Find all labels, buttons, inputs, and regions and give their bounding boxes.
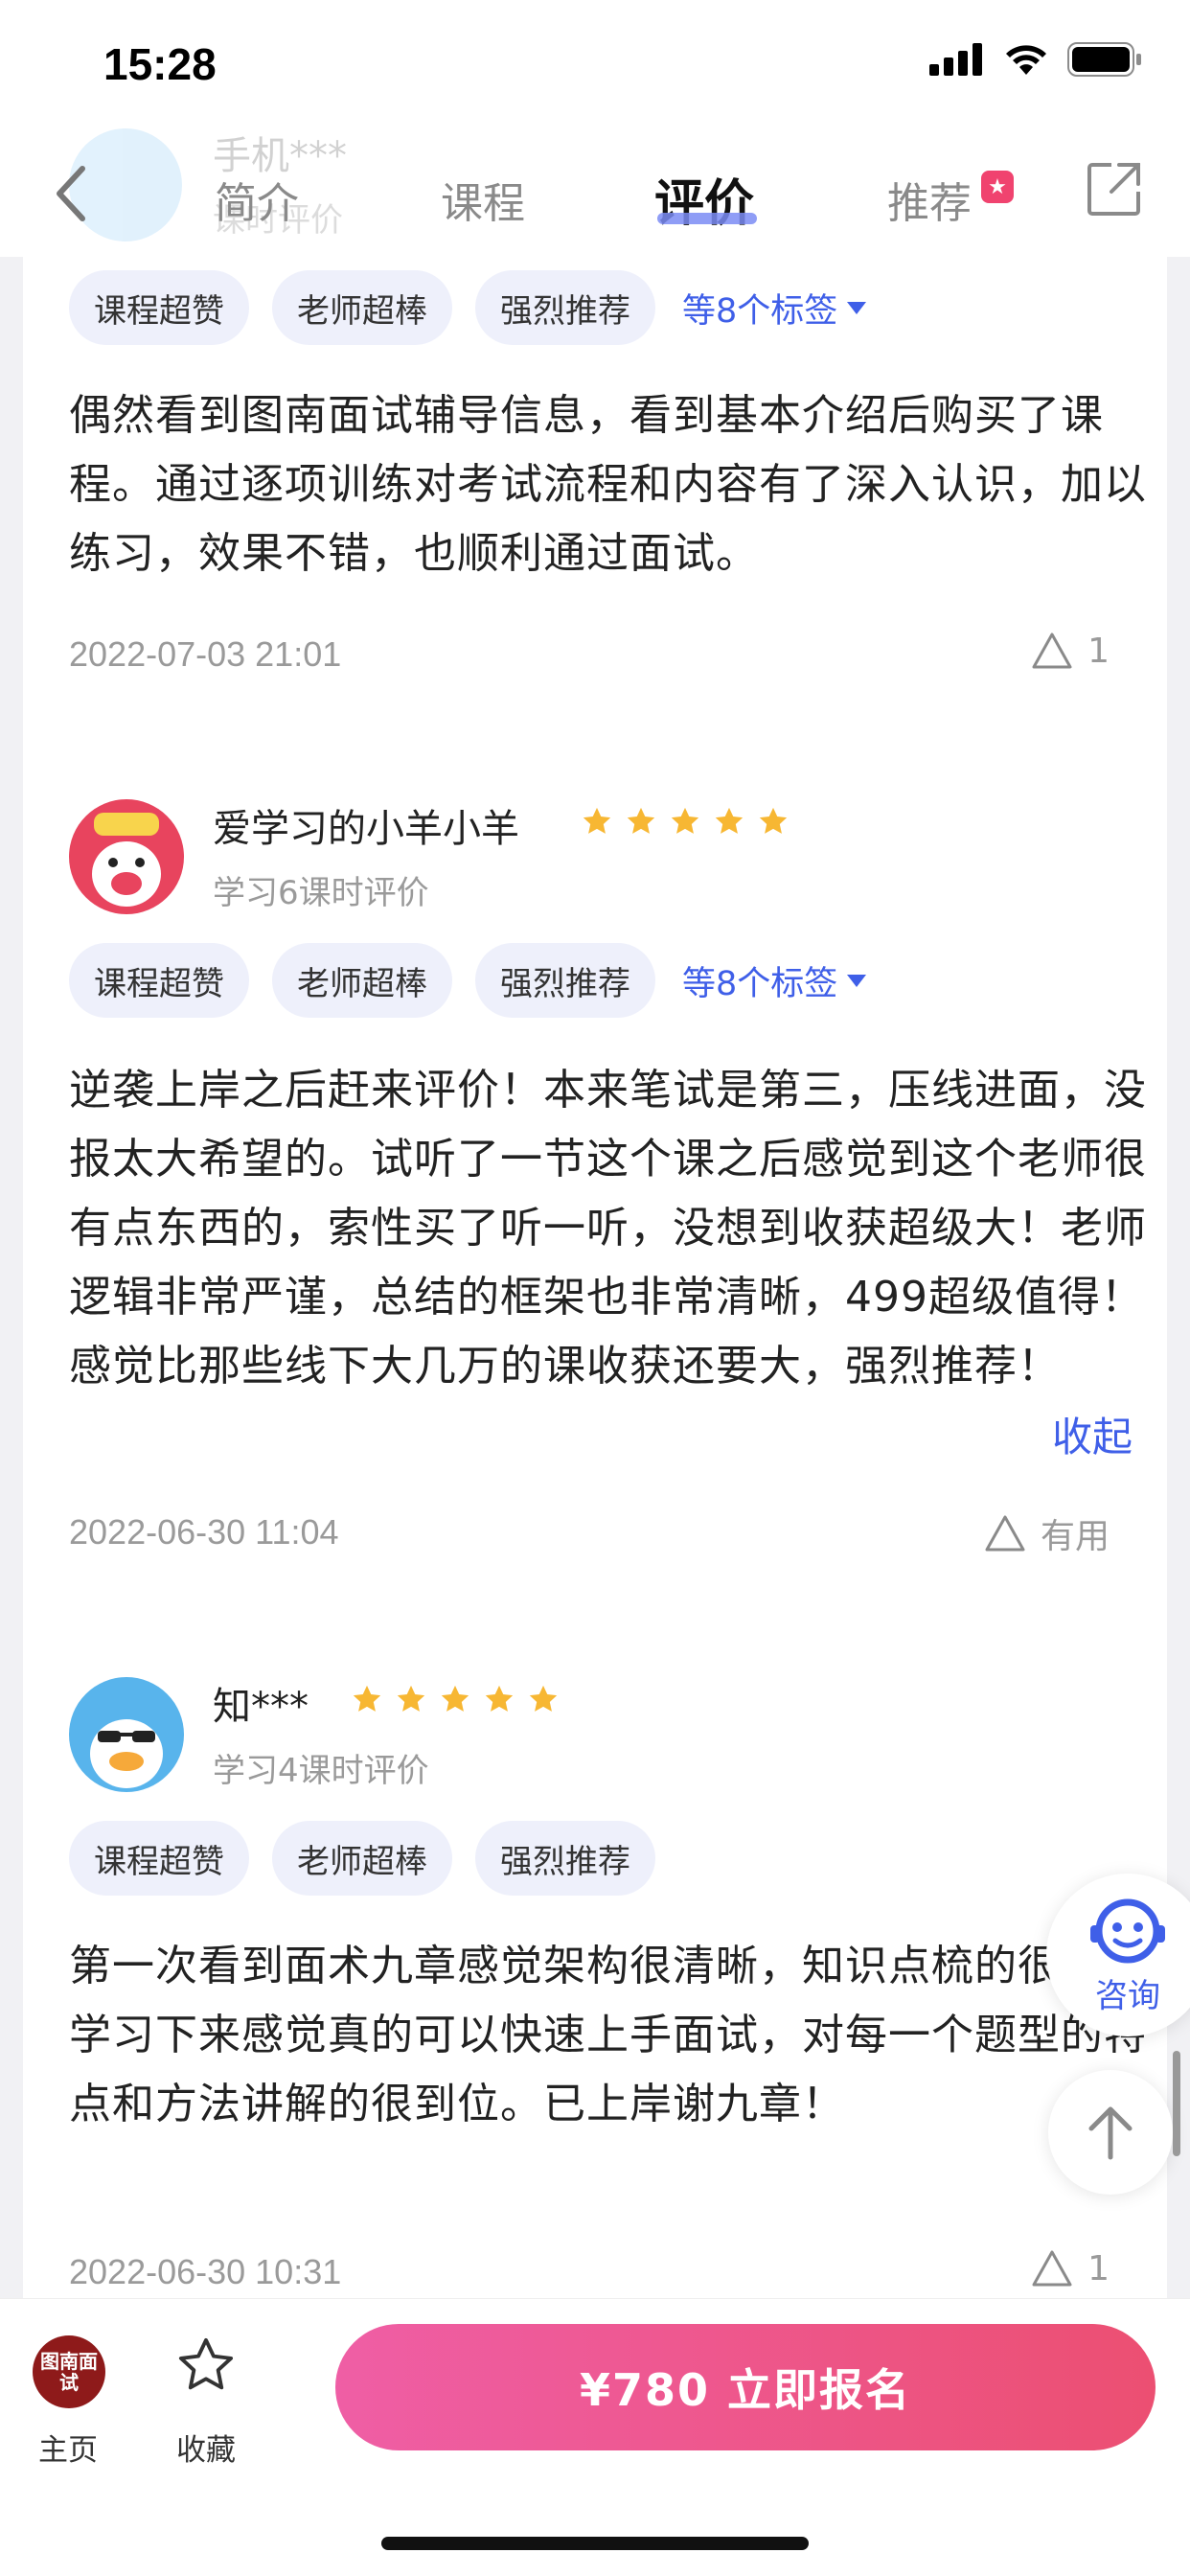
review-2-useful-button[interactable]: 有用 <box>983 1508 1110 1558</box>
review-tag: 课程超赞 <box>69 1821 249 1896</box>
review-tag: 课程超赞 <box>69 943 249 1018</box>
status-icons <box>929 42 1142 77</box>
wifi-icon <box>1006 45 1046 75</box>
arrow-up-icon <box>1088 2106 1133 2160</box>
review-tag: 强烈推荐 <box>475 943 655 1018</box>
review-3-subtitle: 学习4课时评价 <box>213 1752 429 1790</box>
thumb-triangle-icon <box>1032 2250 1072 2287</box>
review-tag: 老师超棒 <box>272 270 452 345</box>
star-icon <box>759 807 788 834</box>
review-3-rating <box>351 1683 560 1715</box>
review-2-tags: 课程超赞 老师超棒 强烈推荐 等8个标签 <box>69 943 867 1018</box>
review-tag: 老师超棒 <box>272 1821 452 1896</box>
star-icon <box>353 1685 381 1712</box>
back-to-top-button[interactable] <box>1048 2070 1173 2195</box>
star-outline-icon[interactable] <box>174 2334 238 2397</box>
tab-course[interactable]: 课程 <box>441 169 525 230</box>
star-icon <box>583 807 611 834</box>
home-logo[interactable]: 图南面试 <box>33 2335 105 2408</box>
review-3-username: 知*** <box>213 1685 309 1729</box>
share-icon[interactable] <box>1087 161 1142 217</box>
more-tags-label: 等8个标签 <box>682 964 838 1003</box>
star-icon <box>441 1685 469 1712</box>
favorite-label[interactable]: 收藏 <box>176 2426 236 2469</box>
active-tab-indicator <box>657 213 757 224</box>
home-indicator <box>381 2537 809 2550</box>
review-3-text: 第一次看到面术九章感觉架构很清晰，知识点梳的很棒。学习下来感觉真的可以快速上手面… <box>69 1942 1147 2128</box>
consult-label: 咨询 <box>1095 1976 1160 2015</box>
more-tags-label: 等8个标签 <box>682 291 838 331</box>
review-2-text: 逆袭上岸之后赶来评价！本来笔试是第三，压线进面，没报太大希望的。试听了一节这个课… <box>69 1066 1147 1391</box>
caret-down-icon <box>847 974 867 987</box>
thumb-triangle-icon <box>985 1515 1025 1552</box>
review-tag: 课程超赞 <box>69 270 249 345</box>
useful-label: 有用 <box>1040 1517 1110 1556</box>
signal-icon <box>929 43 982 76</box>
review-2-avatar[interactable] <box>69 799 184 914</box>
useful-count: 1 <box>1087 631 1110 671</box>
tab-recommend[interactable]: 推荐 <box>887 169 972 230</box>
useful-count: 1 <box>1087 2248 1110 2288</box>
more-tags-toggle[interactable]: 等8个标签 <box>682 284 867 333</box>
duck-avatar-icon <box>69 1677 184 1792</box>
status-time: 15:28 <box>103 39 217 89</box>
scrollbar-thumb[interactable] <box>1173 2051 1180 2156</box>
recommend-badge-icon: ★ <box>981 171 1014 203</box>
reviews-list[interactable]: 课程超赞 老师超棒 强烈推荐 等8个标签 偶然看到图南面试辅导信息，看到基本介绍… <box>23 257 1167 2298</box>
review-3-useful-button[interactable]: 1 <box>1030 2248 1110 2288</box>
review-3-avatar[interactable] <box>69 1677 184 1792</box>
review-1-useful-button[interactable]: 1 <box>1030 631 1110 671</box>
home-label[interactable]: 主页 <box>38 2426 98 2469</box>
star-icon <box>529 1685 558 1712</box>
sheep-avatar-icon <box>69 799 184 914</box>
customer-service-icon <box>1090 1898 1165 1963</box>
review-1-text: 偶然看到图南面试辅导信息，看到基本介绍后购买了课程。通过逐项训练对考试流程和内容… <box>69 391 1147 578</box>
review-3-date: 2022-06-30 10:31 <box>69 2252 342 2291</box>
thumb-triangle-icon <box>1032 632 1072 669</box>
review-2-rating <box>581 805 790 838</box>
review-tag: 老师超棒 <box>272 943 452 1018</box>
collapse-link[interactable]: 收起 <box>1052 1405 1133 1463</box>
review-2-username: 爱学习的小羊小羊 <box>213 807 519 851</box>
left-gutter <box>0 257 23 2298</box>
battery-icon <box>1067 42 1141 77</box>
enroll-button[interactable]: ¥780 立即报名 <box>335 2324 1156 2450</box>
bottom-bar: 图南面试 主页 收藏 ¥780 立即报名 <box>0 2298 1190 2576</box>
review-tag: 强烈推荐 <box>475 1821 655 1896</box>
star-icon <box>671 807 699 834</box>
status-bar: 15:28 <box>0 0 1190 125</box>
review-3-tags: 课程超赞 老师超棒 强烈推荐 <box>69 1821 655 1896</box>
star-icon <box>397 1685 425 1712</box>
review-1-tags: 课程超赞 老师超棒 强烈推荐 等8个标签 <box>69 270 867 345</box>
review-1-date: 2022-07-03 21:01 <box>69 634 342 674</box>
review-2-subtitle: 学习6课时评价 <box>213 874 429 912</box>
review-tag: 强烈推荐 <box>475 270 655 345</box>
caret-down-icon <box>847 301 867 314</box>
star-icon <box>715 807 744 834</box>
tab-intro[interactable]: 简介 <box>215 169 299 230</box>
star-icon <box>485 1685 514 1712</box>
star-icon <box>627 807 655 834</box>
review-2-date: 2022-06-30 11:04 <box>69 1512 339 1552</box>
more-tags-toggle[interactable]: 等8个标签 <box>682 956 867 1005</box>
